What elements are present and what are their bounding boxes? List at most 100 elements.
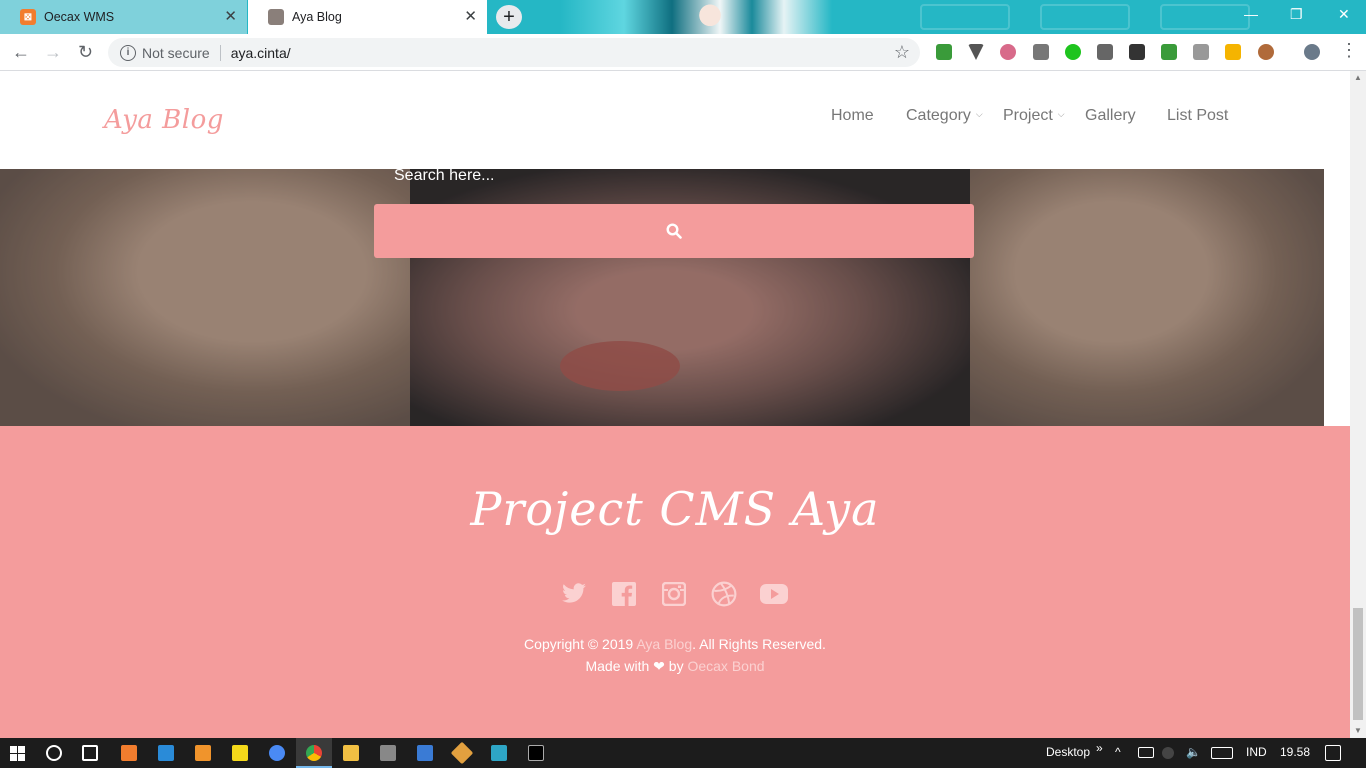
dribbble-icon[interactable] — [709, 579, 739, 609]
page-scrollbar[interactable]: ▲ ▼ — [1350, 71, 1366, 738]
nav-item-home[interactable]: Home — [831, 107, 874, 125]
search-button[interactable] — [374, 204, 974, 258]
language-indicator[interactable]: IND — [1246, 745, 1267, 759]
theme-pattern — [1040, 4, 1130, 30]
battery-icon[interactable] — [1138, 747, 1154, 758]
info-icon[interactable]: i — [120, 44, 136, 61]
nav-item-label: List Post — [1167, 107, 1229, 124]
close-window-icon[interactable]: ✕ — [1338, 6, 1350, 23]
nav-item-project[interactable]: Project ⌵ — [1003, 107, 1065, 125]
author-link[interactable]: Oecax Bond — [687, 658, 764, 674]
desktop-toolbar-label[interactable]: Desktop — [1046, 745, 1090, 759]
nav-item-gallery[interactable]: Gallery — [1085, 107, 1136, 125]
new-tab-button[interactable]: + — [496, 5, 522, 29]
extension-icon[interactable] — [1129, 44, 1145, 60]
app-icon[interactable] — [380, 745, 396, 761]
browser-tab-strip: ⊠ Oecax WMS ✕ Aya Blog ✕ + — ❐ ✕ — [0, 0, 1366, 34]
youtube-icon[interactable] — [759, 579, 789, 609]
nav-item-label: Gallery — [1085, 107, 1136, 124]
nav-item-category[interactable]: Category ⌵ — [906, 107, 983, 125]
touch-keyboard-icon[interactable] — [1211, 747, 1233, 759]
extension-icon[interactable] — [1161, 44, 1177, 60]
tab-close-icon[interactable]: ✕ — [464, 9, 477, 25]
copyright-line: Copyright © 2019 Aya Blog. All Rights Re… — [0, 636, 1350, 652]
made-with-text: Made with — [585, 658, 650, 674]
sublime-app-icon[interactable] — [195, 745, 211, 761]
xampp-favicon-icon: ⊠ — [20, 9, 36, 25]
nav-item-label: Home — [831, 107, 874, 124]
theme-pattern — [1160, 4, 1250, 30]
security-label: Not secure — [142, 44, 210, 61]
copyright-text: Copyright © 2019 — [524, 636, 634, 652]
menu-kebab-icon[interactable]: ⋮ — [1340, 40, 1358, 60]
heart-icon: ❤ — [653, 658, 665, 674]
xampp-app-icon[interactable] — [121, 745, 137, 761]
extension-icon[interactable] — [1225, 44, 1241, 60]
chevron-up-icon[interactable]: ^ — [1115, 745, 1121, 759]
forward-button[interactable]: → — [44, 42, 62, 62]
extension-icon[interactable] — [1193, 44, 1209, 60]
scroll-up-icon[interactable]: ▲ — [1354, 73, 1362, 82]
chevron-right-icon[interactable]: » — [1096, 741, 1103, 755]
browser-tab-oecax[interactable]: ⊠ Oecax WMS ✕ — [0, 0, 247, 34]
minimize-icon[interactable]: — — [1244, 6, 1258, 22]
search-icon — [666, 223, 682, 239]
copyright-suffix: . All Rights Reserved. — [692, 636, 826, 652]
copyright-brand-link[interactable]: Aya Blog — [636, 636, 692, 652]
site-header: Aya Blog Home Category ⌵ Project ⌵ Gallery… — [0, 71, 1350, 169]
url-text[interactable]: aya.cinta/ — [231, 45, 291, 61]
vimium-extension-icon[interactable] — [968, 44, 984, 60]
share-extension-icon[interactable] — [1065, 44, 1081, 60]
browser-toolbar: ← → ↻ i Not secure aya.cinta/ ☆ ⋮ — [0, 34, 1366, 71]
by-text: by — [668, 658, 684, 674]
restore-icon[interactable]: ❐ — [1290, 6, 1303, 23]
volume-icon[interactable]: 🔈 — [1186, 745, 1201, 759]
extension-icon[interactable] — [1258, 44, 1274, 60]
scroll-down-icon[interactable]: ▼ — [1354, 726, 1362, 735]
site-logo[interactable]: Aya Blog — [104, 105, 224, 135]
file-explorer-app-icon[interactable] — [343, 745, 359, 761]
task-view-icon[interactable] — [82, 745, 98, 761]
instagram-icon[interactable] — [659, 579, 689, 609]
extension-icon[interactable] — [1097, 44, 1113, 60]
chrome-app-icon[interactable] — [306, 745, 322, 761]
twitter-icon[interactable] — [559, 579, 589, 609]
footer-title: Project CMS Aya — [470, 482, 880, 536]
notifications-icon[interactable] — [1325, 745, 1341, 761]
windows-taskbar: Desktop » ^ 🔈 IND 19.58 — [0, 738, 1366, 768]
scrollbar-thumb[interactable] — [1353, 608, 1363, 720]
chrome-alt-app-icon[interactable] — [269, 745, 285, 761]
extension-icon[interactable] — [936, 44, 952, 60]
facebook-icon[interactable] — [609, 579, 639, 609]
aya-favicon-icon — [268, 9, 284, 25]
windows-start-icon[interactable] — [10, 746, 25, 761]
keyboard-app-icon[interactable] — [417, 745, 433, 761]
network-error-icon[interactable] — [1162, 747, 1174, 759]
profile-avatar-icon[interactable] — [1304, 44, 1320, 60]
web-page: Search here... Aya Blog Home Category ⌵ P… — [0, 71, 1350, 738]
tab-close-icon[interactable]: ✕ — [224, 9, 237, 25]
chevron-down-icon: ⌵ — [1057, 109, 1065, 119]
extension-icon[interactable] — [1033, 44, 1049, 60]
divider — [219, 44, 221, 61]
made-with-line: Made with ❤ by Oecax Bond — [0, 658, 1350, 675]
browser-tab-aya-blog[interactable]: Aya Blog ✕ — [248, 0, 487, 34]
back-button[interactable]: ← — [12, 42, 30, 62]
tab-title: Aya Blog — [292, 10, 342, 24]
app-icon[interactable] — [491, 745, 507, 761]
browser-theme-artwork — [560, 0, 880, 34]
bookmark-star-icon[interactable]: ☆ — [894, 42, 910, 63]
terminal-app-icon[interactable] — [528, 745, 544, 761]
vscode-app-icon[interactable] — [158, 745, 174, 761]
clock[interactable]: 19.58 — [1280, 745, 1310, 759]
extension-icon[interactable] — [1000, 44, 1016, 60]
sticky-notes-app-icon[interactable] — [232, 745, 248, 761]
git-app-icon[interactable] — [450, 741, 474, 765]
search-input[interactable]: Search here... — [394, 167, 495, 185]
address-bar[interactable]: i Not secure aya.cinta/ ☆ — [108, 38, 920, 67]
site-footer: Project CMS Aya Copyright © 2019 Aya Blo… — [0, 426, 1350, 738]
search-icon[interactable] — [46, 745, 62, 761]
social-links — [559, 579, 799, 609]
nav-item-list-post[interactable]: List Post — [1167, 107, 1228, 125]
reload-button[interactable]: ↻ — [78, 42, 93, 62]
